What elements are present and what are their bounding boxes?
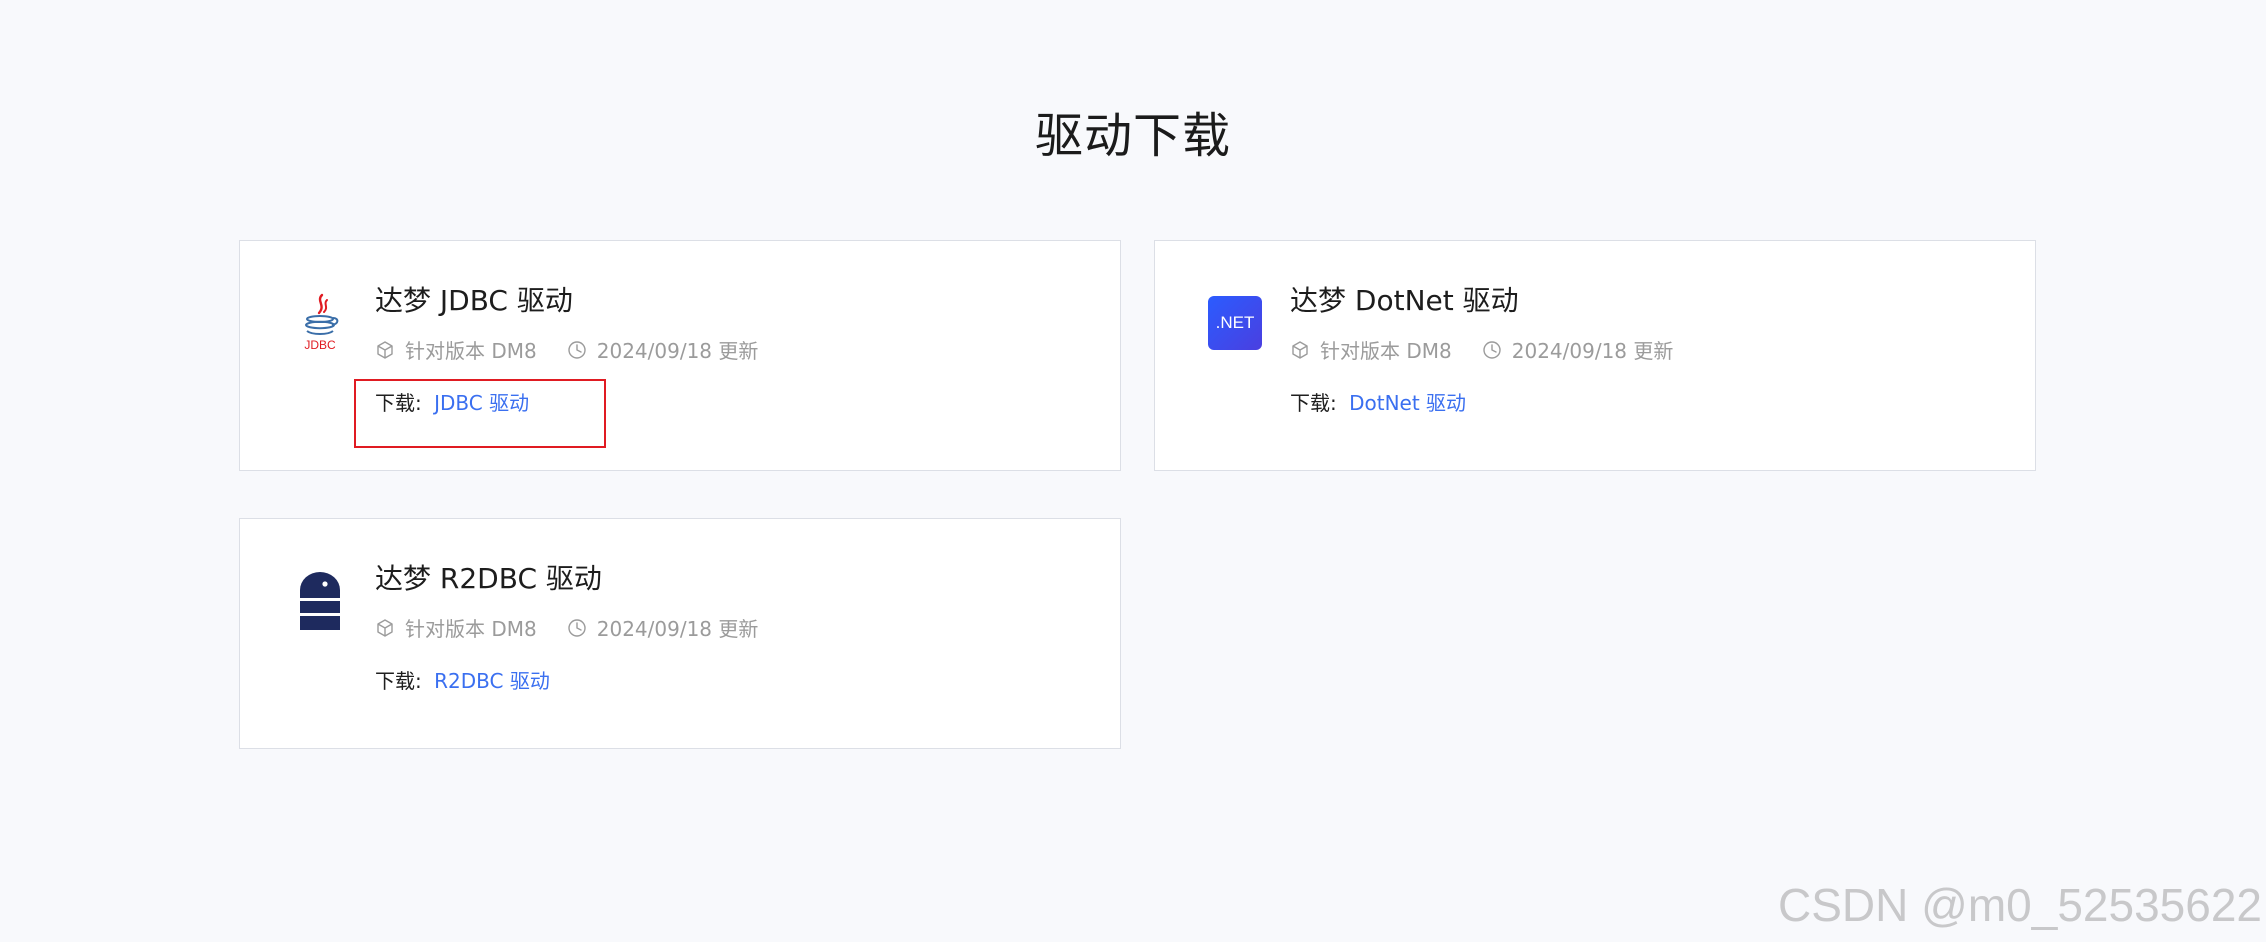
version-info: 针对版本 DM8 xyxy=(375,335,537,364)
highlight-annotation-box xyxy=(354,379,606,448)
jdbc-logo-text: JDBC xyxy=(304,338,336,352)
clock-icon xyxy=(1483,340,1501,359)
card-meta: 针对版本 DM8 2024/09/18 更新 xyxy=(375,335,758,364)
java-jdbc-logo-icon: JDBC xyxy=(292,293,348,353)
cube-icon xyxy=(377,340,393,359)
download-label: 下载: xyxy=(1290,391,1337,415)
cube-icon xyxy=(377,618,393,637)
card-title: 达梦 DotNet 驱动 xyxy=(1290,284,1519,317)
update-info: 2024/09/18 更新 xyxy=(567,335,759,364)
download-row: 下载: DotNet 驱动 xyxy=(1290,387,1466,416)
cube-icon xyxy=(1292,340,1308,359)
card-title: 达梦 JDBC 驱动 xyxy=(375,284,573,317)
download-label: 下载: xyxy=(375,669,422,693)
version-info: 针对版本 DM8 xyxy=(1290,335,1452,364)
card-meta: 针对版本 DM8 2024/09/18 更新 xyxy=(1290,335,1673,364)
card-meta: 针对版本 DM8 2024/09/18 更新 xyxy=(375,613,758,642)
clock-icon xyxy=(568,340,586,359)
page-title: 驱动下载 xyxy=(1034,108,1231,164)
version-text: 针对版本 DM8 xyxy=(1320,339,1452,363)
update-info: 2024/09/18 更新 xyxy=(567,613,759,642)
dotnet-logo-icon: .NET xyxy=(1208,296,1262,350)
updated-text: 2024/09/18 更新 xyxy=(596,617,759,641)
updated-text: 2024/09/18 更新 xyxy=(596,339,759,363)
update-info: 2024/09/18 更新 xyxy=(1482,335,1674,364)
watermark: CSDN @m0_52535622 xyxy=(1778,879,2262,931)
updated-text: 2024/09/18 更新 xyxy=(1511,339,1674,363)
download-row: 下载: R2DBC 驱动 xyxy=(375,665,550,694)
dotnet-download-link[interactable]: DotNet 驱动 xyxy=(1349,391,1466,415)
version-text: 针对版本 DM8 xyxy=(405,617,537,641)
card-title: 达梦 R2DBC 驱动 xyxy=(375,562,602,595)
driver-card-r2dbc: 达梦 R2DBC 驱动 针对版本 DM8 2024/09/18 更新 下载: R… xyxy=(239,518,1121,749)
database-logo-icon xyxy=(292,571,348,631)
clock-icon xyxy=(568,618,586,637)
r2dbc-download-link[interactable]: R2DBC 驱动 xyxy=(434,669,550,693)
version-text: 针对版本 DM8 xyxy=(405,339,537,363)
driver-card-dotnet: .NET 达梦 DotNet 驱动 针对版本 DM8 2024/09/18 更新… xyxy=(1154,240,2036,471)
version-info: 针对版本 DM8 xyxy=(375,613,537,642)
dotnet-logo-container: .NET xyxy=(1207,293,1263,353)
